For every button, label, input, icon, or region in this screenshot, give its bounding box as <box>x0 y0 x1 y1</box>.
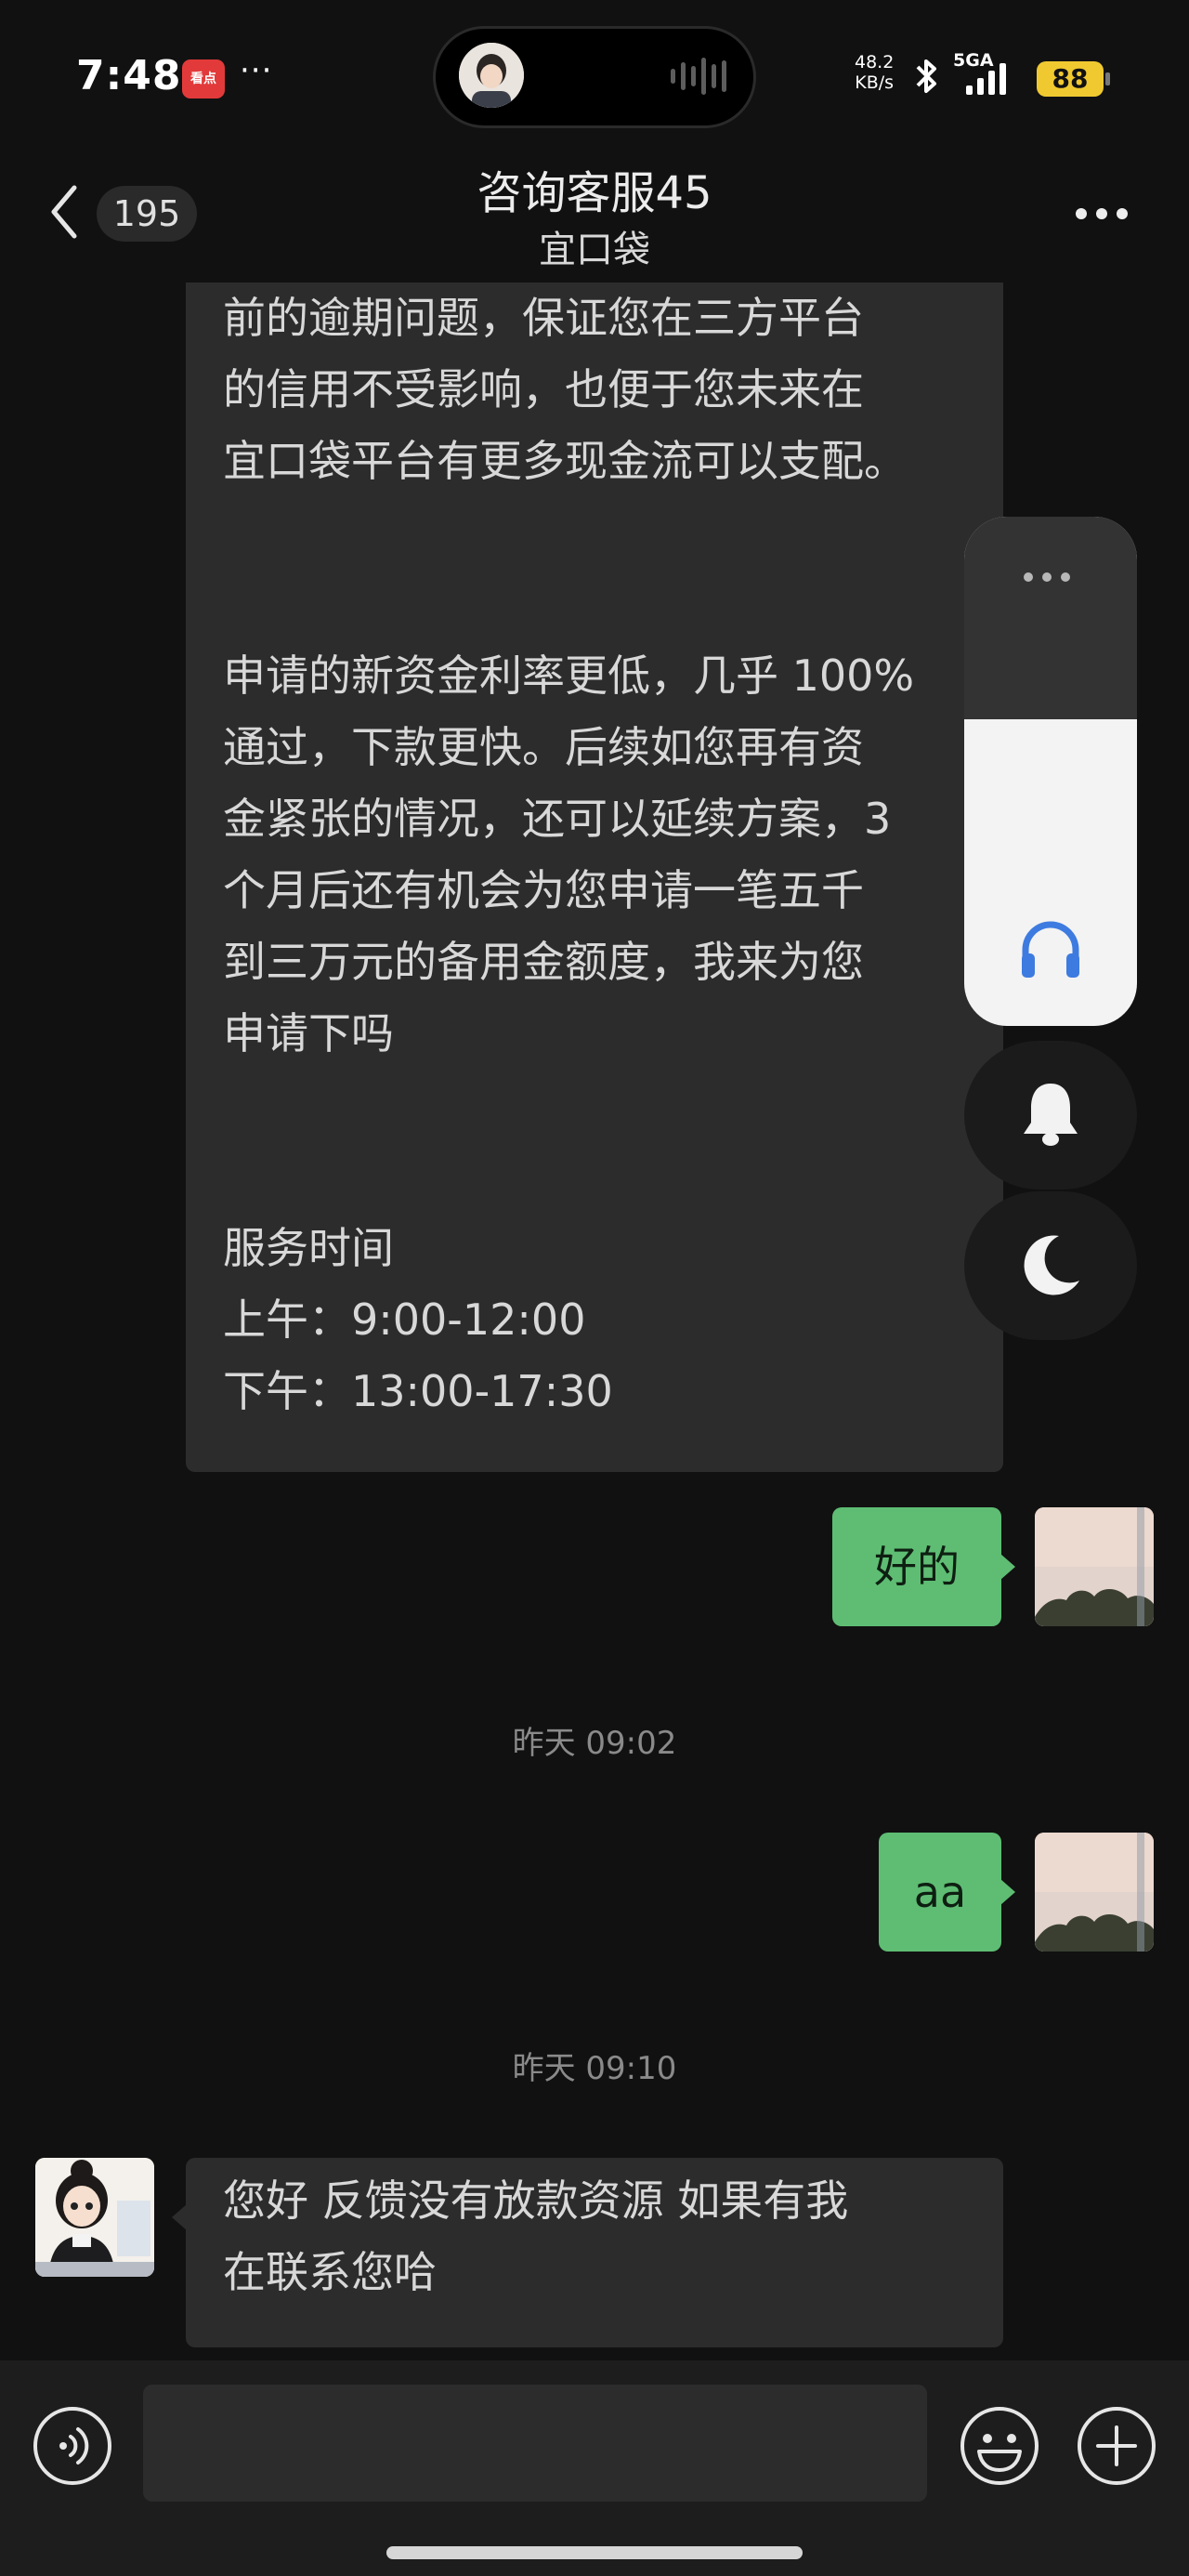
message-line: 个月后还有机会为您申请一笔五千 <box>223 865 864 915</box>
message-line <box>223 1070 966 1141</box>
message-line: 前的逾期问题，保证您在三方平台 <box>223 293 864 343</box>
plus-icon[interactable] <box>1076 2405 1157 2491</box>
floating-volume-panel[interactable] <box>964 517 1137 1026</box>
message-timestamp: 昨天 09:02 <box>512 1725 677 1762</box>
do-not-disturb-toggle[interactable] <box>964 1191 1137 1340</box>
message-line: 金紧张的情况，还可以延续方案，3 <box>223 794 892 844</box>
signal-icon <box>966 61 1006 95</box>
message-line: 下午：13:00-17:30 <box>223 1366 613 1416</box>
message-line: 申请的新资金利率更低，几乎 100% <box>223 651 915 701</box>
my-avatar[interactable] <box>1035 1507 1154 1626</box>
battery-icon: 88 <box>1037 61 1104 97</box>
network-speed: 48.2 KB/s <box>855 52 895 93</box>
message-line: 宜口袋平台有更多现金流可以支配。 <box>223 436 907 486</box>
message-line: 上午：9:00-12:00 <box>223 1295 586 1345</box>
panel-more-icon[interactable] <box>1024 572 1070 582</box>
message-line <box>223 1141 966 1213</box>
bubble-tail <box>1000 1554 1015 1580</box>
bubble-tail <box>1000 1879 1015 1905</box>
message-line: 服务时间 <box>223 1223 394 1273</box>
more-options-icon[interactable] <box>1076 208 1128 219</box>
message-line: 通过，下款更快。后续如您再有资 <box>223 722 864 772</box>
voice-icon[interactable] <box>32 2405 113 2491</box>
message-line: 的信用不受影响，也便于您未来在 <box>223 364 864 414</box>
message-line: 申请下吗 <box>223 1008 394 1058</box>
bluetooth-icon <box>912 56 940 100</box>
message-line: 您好 反馈没有放款资源 如果有我 <box>223 2175 849 2226</box>
headphones-icon[interactable] <box>1016 916 1085 985</box>
moon-icon <box>1020 1232 1083 1303</box>
emoji-icon[interactable] <box>959 2405 1040 2491</box>
my-avatar[interactable] <box>1035 1833 1154 1952</box>
island-avatar <box>459 43 524 108</box>
bubble-tail <box>172 2204 187 2230</box>
message-timestamp: 昨天 09:10 <box>512 2050 677 2087</box>
message-line <box>223 569 966 640</box>
notification-toggle[interactable] <box>964 1041 1137 1189</box>
volume-slider-track[interactable] <box>964 517 1137 719</box>
message-line: 到三万元的备用金额度，我来为您 <box>223 937 864 987</box>
more-notifications-icon: ··· <box>240 52 273 89</box>
chat-subtitle: 宜口袋 <box>539 229 650 271</box>
audio-wave-icon <box>671 58 726 95</box>
battery-tip <box>1105 72 1110 85</box>
agent-avatar[interactable] <box>35 2158 154 2277</box>
my-message-bubble[interactable]: aa <box>879 1833 1001 1952</box>
chat-title: 咨询客服45 <box>477 167 712 219</box>
agent-message-bubble[interactable]: 您好 反馈没有放款资源 如果有我 在联系您哈 <box>186 2158 1003 2347</box>
my-message-bubble[interactable]: 好的 <box>832 1507 1001 1626</box>
app-notification-icon: 看点 <box>182 59 225 99</box>
status-time: 7:48 <box>76 52 182 99</box>
agent-message-bubble[interactable]: 前的逾期问题，保证您在三方平台 的信用不受影响，也便于您未来在 宜口袋平台有更多… <box>186 283 1003 1472</box>
message-input[interactable] <box>143 2385 927 2502</box>
message-line <box>223 497 966 569</box>
message-line: 在联系您哈 <box>223 2247 437 2297</box>
home-indicator[interactable] <box>386 2546 803 2559</box>
bell-icon <box>1020 1078 1081 1152</box>
